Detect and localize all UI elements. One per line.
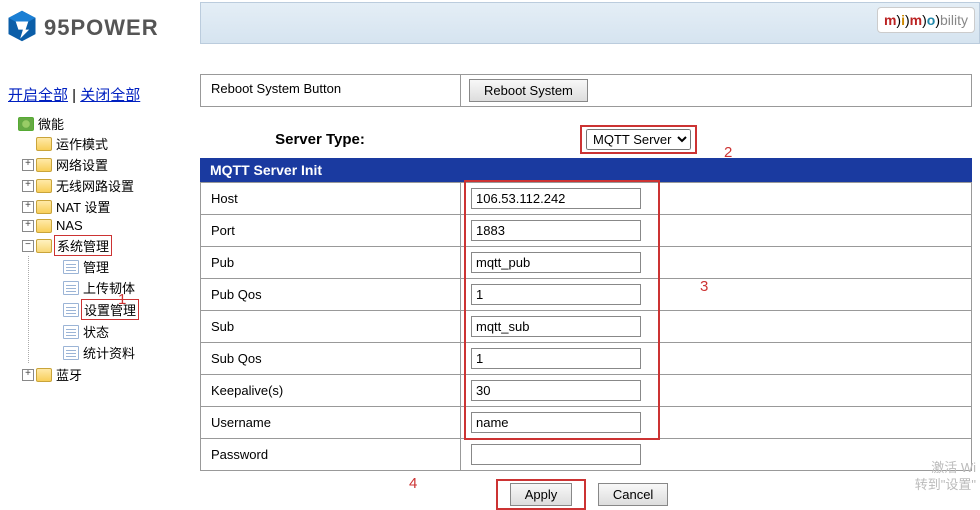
file-icon — [63, 281, 79, 295]
folder-open-icon — [36, 239, 52, 253]
tree-controls: 开启全部 | 关闭全部 — [4, 74, 194, 113]
top-bar: m)i)m)o)bility — [200, 2, 980, 44]
tree-root[interactable]: 微能 — [4, 114, 194, 133]
server-type-label: Server Type: — [200, 131, 440, 148]
keepalive-input[interactable] — [471, 380, 641, 401]
brand-logo: 95POWER — [4, 8, 200, 47]
reboot-button[interactable]: Reboot System — [469, 79, 588, 102]
folder-icon — [36, 368, 52, 382]
pubqos-input[interactable] — [471, 284, 641, 305]
password-label: Password — [201, 439, 461, 471]
port-label: Port — [201, 215, 461, 247]
windows-activation-watermark: 激活 Wi 转到"设置" — [915, 460, 976, 494]
expand-icon[interactable] — [22, 159, 34, 171]
port-input[interactable] — [471, 220, 641, 241]
reboot-label: Reboot System Button — [201, 75, 461, 106]
tree-item-nat[interactable]: NAT 设置 — [22, 197, 194, 216]
nav-tree: 微能 运作模式 网络设置 无线网路设置 NAT 设置 NAS 系统管理 管理 上… — [4, 113, 194, 386]
expand-icon[interactable] — [22, 220, 34, 232]
tree-item-bluetooth[interactable]: 蓝牙 — [22, 365, 194, 384]
callout-1: 1 — [118, 291, 126, 308]
open-all-link[interactable]: 开启全部 — [8, 87, 68, 104]
close-all-link[interactable]: 关闭全部 — [80, 87, 140, 104]
reboot-row: Reboot System Button Reboot System — [200, 74, 972, 107]
keepalive-label: Keepalive(s) — [201, 375, 461, 407]
brand-mark-icon — [4, 8, 40, 47]
collapse-icon[interactable] — [22, 240, 34, 252]
password-input[interactable] — [471, 444, 641, 465]
sub-input[interactable] — [471, 316, 641, 337]
folder-icon — [36, 219, 52, 233]
folder-icon — [36, 200, 52, 214]
file-icon — [63, 303, 79, 317]
subqos-input[interactable] — [471, 348, 641, 369]
tree-item-wireless[interactable]: 无线网路设置 — [22, 176, 194, 195]
section-title: MQTT Server Init — [200, 158, 972, 182]
expand-icon[interactable] — [22, 180, 34, 192]
server-type-select[interactable]: MQTT Server — [586, 129, 691, 150]
username-label: Username — [201, 407, 461, 439]
expand-icon[interactable] — [22, 201, 34, 213]
tree-item-firmware[interactable]: 上传韧体 — [63, 278, 194, 297]
host-input[interactable] — [471, 188, 641, 209]
sub-label: Sub — [201, 311, 461, 343]
cancel-button[interactable]: Cancel — [598, 483, 668, 506]
tree-item-status[interactable]: 状态 — [63, 322, 194, 341]
folder-icon — [36, 179, 52, 193]
chip-icon — [18, 117, 34, 131]
brand-name: 95POWER — [44, 15, 159, 41]
callout-2: 2 — [724, 144, 732, 161]
file-icon — [63, 346, 79, 360]
tree-item-sysadmin[interactable]: 系统管理 — [22, 235, 194, 256]
apply-button[interactable]: Apply — [510, 483, 573, 506]
subqos-label: Sub Qos — [201, 343, 461, 375]
pub-input[interactable] — [471, 252, 641, 273]
file-icon — [63, 325, 79, 339]
username-input[interactable] — [471, 412, 641, 433]
callout-3: 3 — [700, 278, 708, 295]
host-label: Host — [201, 183, 461, 215]
expand-icon[interactable] — [22, 369, 34, 381]
pubqos-label: Pub Qos — [201, 279, 461, 311]
tree-item-mode[interactable]: 运作模式 — [22, 134, 194, 153]
folder-icon — [36, 137, 52, 151]
tree-item-settings[interactable]: 设置管理 — [63, 299, 194, 320]
tree-item-stats[interactable]: 统计资料 — [63, 343, 194, 362]
pub-label: Pub — [201, 247, 461, 279]
file-icon — [63, 260, 79, 274]
tree-item-admin[interactable]: 管理 — [63, 257, 194, 276]
tree-item-nas[interactable]: NAS — [22, 218, 194, 233]
mimobility-badge: m)i)m)o)bility — [877, 7, 975, 33]
separator: | — [68, 87, 80, 104]
folder-icon — [36, 158, 52, 172]
callout-4: 4 — [409, 475, 417, 492]
tree-item-network[interactable]: 网络设置 — [22, 155, 194, 174]
mqtt-form: Host Port Pub Pub Qos Sub Sub Qos Keepal… — [200, 182, 972, 471]
